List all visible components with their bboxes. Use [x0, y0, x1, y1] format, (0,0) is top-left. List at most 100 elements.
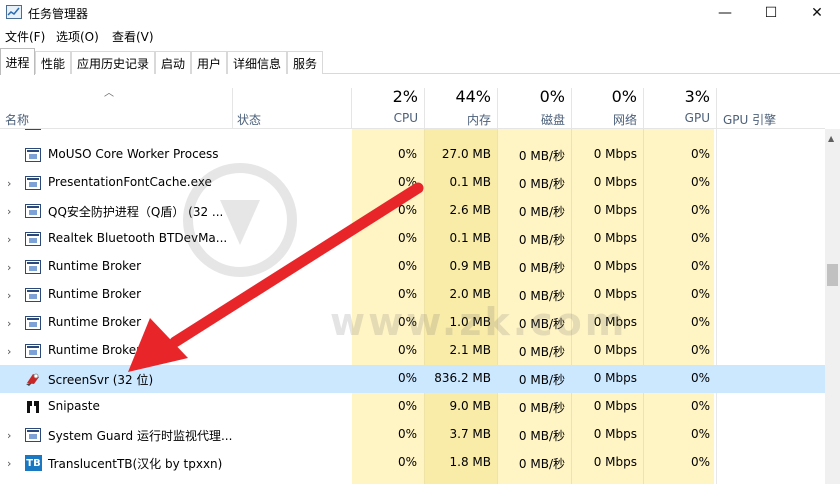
header-status[interactable]: 状态	[237, 111, 261, 128]
process-memory: 1.0 MB	[449, 315, 491, 329]
tab-performance[interactable]: 性能	[35, 51, 71, 74]
disk-label: 磁盘	[540, 113, 565, 127]
table-row[interactable]: › Realtek Bluetooth BTDevMa... 0% 0.1 MB…	[0, 225, 825, 253]
process-name: Realtek Bluetooth BTDevMa...	[48, 231, 228, 245]
expand-chevron-icon[interactable]: ›	[7, 205, 11, 218]
table-row[interactable]: › PresentationFontCache.exe 0% 0.1 MB 0 …	[0, 169, 825, 197]
tab-processes[interactable]: 进程	[0, 48, 35, 75]
column-divider[interactable]	[232, 88, 233, 129]
minimize-button[interactable]: —	[702, 0, 748, 26]
process-name: PresentationFontCache.exe	[48, 175, 212, 189]
tab-startup[interactable]: 启动	[155, 51, 191, 74]
process-gpu: 0%	[690, 287, 710, 301]
window-app-icon	[25, 344, 41, 358]
expand-chevron-icon[interactable]: ›	[7, 429, 11, 442]
process-disk: 0 MB/秒	[518, 345, 565, 359]
close-button[interactable]: ✕	[794, 0, 840, 26]
process-memory: 2.0 MB	[449, 287, 491, 301]
sort-up-icon[interactable]: ︿	[104, 84, 114, 99]
header-memory[interactable]: 44% 内存	[424, 80, 497, 129]
expand-chevron-icon[interactable]: ›	[7, 261, 11, 274]
tab-users[interactable]: 用户	[191, 51, 227, 74]
table-row-selected[interactable]: ScreenSvr (32 位) 0% 836.2 MB 0 MB/秒 0 Mb…	[0, 365, 825, 393]
expand-chevron-icon[interactable]: ›	[7, 345, 11, 358]
table-row[interactable]: › TB TranslucentTB(汉化 by tpxxn) 0% 1.8 M…	[0, 449, 825, 477]
title-bar: 任务管理器 — ☐ ✕	[0, 0, 840, 26]
process-name: Snipaste	[48, 399, 100, 413]
process-memory: 3.7 MB	[449, 427, 491, 441]
process-network: 0 Mbps	[593, 287, 637, 301]
process-disk: 0 MB/秒	[518, 401, 565, 415]
process-gpu: 0%	[690, 455, 710, 469]
window-app-icon	[25, 129, 41, 130]
table-row[interactable]: › Runtime Broker 0% 2.0 MB 0 MB/秒 0 Mbps…	[0, 281, 825, 309]
window-app-icon	[25, 428, 41, 442]
table-row[interactable]: MoUSO Core Worker Process 0% 27.0 MB 0 M…	[0, 141, 825, 169]
process-name: ScreenSvr (32 位)	[48, 373, 154, 387]
process-disk: 0 MB/秒	[518, 289, 565, 303]
expand-chevron-icon[interactable]: ›	[7, 317, 11, 330]
menu-file[interactable]: 文件(F)	[5, 28, 45, 45]
process-cpu: 0%	[397, 399, 417, 413]
menu-options[interactable]: 选项(O)	[56, 28, 99, 45]
cpu-label: CPU	[393, 111, 418, 125]
table-row[interactable]: › QQ安全防护进程（Q盾） (32 ... 0% 2.6 MB 0 MB/秒 …	[0, 197, 825, 225]
table-row-partial[interactable]	[0, 129, 825, 137]
process-disk: 0 MB/秒	[518, 205, 565, 219]
menu-bar: 文件(F) 选项(O) 查看(V)	[0, 26, 840, 46]
expand-chevron-icon[interactable]: ›	[7, 289, 11, 302]
cpu-total: 2%	[392, 87, 418, 106]
process-network: 0 Mbps	[593, 175, 637, 189]
header-gpu[interactable]: 3% GPU	[643, 80, 716, 129]
process-memory: 2.1 MB	[449, 343, 491, 357]
tab-app-history[interactable]: 应用历史记录	[71, 51, 155, 74]
disk-total: 0%	[539, 87, 565, 106]
expand-chevron-icon[interactable]: ›	[7, 233, 11, 246]
process-network: 0 Mbps	[593, 231, 637, 245]
table-row[interactable]: › Runtime Broker 0% 2.1 MB 0 MB/秒 0 Mbps…	[0, 337, 825, 365]
screensvr-icon	[26, 373, 39, 386]
scroll-thumb[interactable]	[827, 264, 838, 286]
memory-label: 内存	[466, 113, 491, 127]
table-row[interactable]: › Runtime Broker 0% 0.9 MB 0 MB/秒 0 Mbps…	[0, 253, 825, 281]
window-app-icon	[25, 204, 41, 218]
minimize-icon: —	[718, 5, 732, 21]
process-disk: 0 MB/秒	[518, 373, 565, 387]
vertical-scrollbar[interactable]: ▲	[825, 129, 840, 484]
tab-services[interactable]: 服务	[287, 51, 323, 74]
process-cpu: 0%	[397, 203, 417, 217]
process-cpu: 0%	[397, 371, 417, 385]
process-disk: 0 MB/秒	[518, 261, 565, 275]
menu-view[interactable]: 查看(V)	[112, 28, 154, 45]
process-cpu: 0%	[397, 231, 417, 245]
process-memory: 27.0 MB	[441, 147, 491, 161]
process-name: MoUSO Core Worker Process	[48, 147, 219, 161]
scroll-up-icon[interactable]: ▲	[828, 134, 834, 143]
process-cpu: 0%	[397, 175, 417, 189]
window-app-icon	[25, 316, 41, 330]
gpu-total: 3%	[684, 87, 710, 106]
expand-chevron-icon[interactable]: ›	[7, 177, 11, 190]
expand-chevron-icon[interactable]: ›	[7, 457, 11, 470]
process-cpu: 0%	[397, 343, 417, 357]
header-network[interactable]: 0% 网络	[571, 80, 643, 129]
header-cpu[interactable]: 2% CPU	[352, 80, 424, 129]
maximize-button[interactable]: ☐	[748, 0, 794, 26]
column-divider[interactable]	[716, 88, 717, 129]
header-gpu-engine[interactable]: GPU 引擎	[723, 111, 776, 128]
column-header: ︿ 名称 状态 2% CPU 44% 内存 0% 磁盘 0% 网络 3% GPU…	[0, 80, 825, 129]
process-network: 0 Mbps	[593, 343, 637, 357]
process-memory: 0.9 MB	[449, 259, 491, 273]
process-memory: 836.2 MB	[434, 371, 491, 385]
table-row[interactable]: › System Guard 运行时监视代理... 0% 3.7 MB 0 MB…	[0, 421, 825, 449]
header-name[interactable]: 名称	[5, 111, 29, 128]
process-gpu: 0%	[690, 175, 710, 189]
process-cpu: 0%	[397, 455, 417, 469]
table-row[interactable]: Snipaste 0% 9.0 MB 0 MB/秒 0 Mbps 0%	[0, 393, 825, 421]
gpu-label: GPU	[684, 111, 710, 125]
tab-details[interactable]: 详细信息	[227, 51, 287, 74]
close-icon: ✕	[811, 5, 823, 21]
process-network: 0 Mbps	[593, 455, 637, 469]
header-disk[interactable]: 0% 磁盘	[497, 80, 571, 129]
table-row[interactable]: › Runtime Broker 0% 1.0 MB 0 MB/秒 0 Mbps…	[0, 309, 825, 337]
